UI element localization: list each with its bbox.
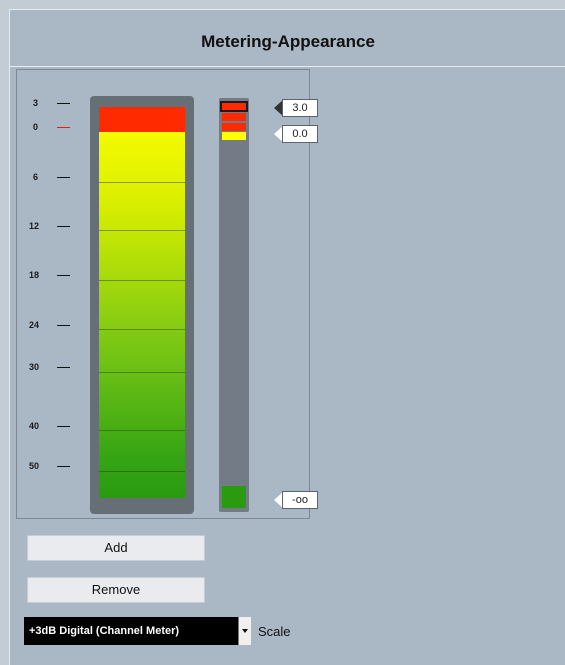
color-block-red-1[interactable] bbox=[222, 113, 246, 121]
header-divider bbox=[10, 66, 565, 67]
meter-bar bbox=[99, 107, 185, 498]
scale-tick-label: 18 bbox=[29, 270, 40, 280]
scale-tick-label: 40 bbox=[29, 421, 40, 431]
scale-tick-label: 24 bbox=[29, 320, 40, 330]
page-title: Metering-Appearance bbox=[201, 32, 375, 51]
meter-preview-box: 3 0 6 12 18 24 30 40 50 3.0 0.0 -oo bbox=[16, 69, 318, 519]
meter-segment-line bbox=[99, 329, 185, 330]
add-button[interactable]: Add bbox=[27, 535, 205, 561]
metering-appearance-panel: Metering-Appearance 3 0 6 12 18 24 30 40 50 3.0 … bbox=[9, 9, 565, 665]
handle-0db[interactable]: 0.0 bbox=[274, 125, 318, 143]
scale-tick-label: 3 bbox=[33, 98, 39, 108]
scale-tick-mark bbox=[57, 325, 70, 326]
color-strip[interactable] bbox=[219, 98, 249, 512]
meter-segment-line bbox=[99, 372, 185, 373]
color-block-red-2[interactable] bbox=[222, 123, 246, 131]
color-block-green[interactable] bbox=[222, 486, 246, 508]
scale-tick-mark bbox=[57, 226, 70, 227]
scale-tick-label: 50 bbox=[29, 461, 40, 471]
chevron-down-icon[interactable] bbox=[238, 617, 251, 645]
handle-value[interactable]: 0.0 bbox=[282, 125, 318, 143]
scale-tick-label: 30 bbox=[29, 362, 40, 372]
scale-tick-mark bbox=[57, 275, 70, 276]
scale-label: Scale bbox=[258, 624, 291, 639]
scale-tick-mark bbox=[57, 103, 70, 104]
handle-3db[interactable]: 3.0 bbox=[274, 99, 318, 117]
color-block-yellow[interactable] bbox=[222, 132, 246, 140]
handle-value[interactable]: -oo bbox=[282, 491, 318, 509]
color-block-clip-selected[interactable] bbox=[220, 101, 248, 112]
meter-clip-zone bbox=[99, 107, 185, 132]
scale-select[interactable]: +3dB Digital (Channel Meter) bbox=[24, 617, 251, 645]
handle-value[interactable]: 3.0 bbox=[282, 99, 318, 117]
meter-segment-line bbox=[99, 230, 185, 231]
scale-tick-mark bbox=[57, 426, 70, 427]
scale-tick-label: 0 bbox=[33, 122, 39, 132]
scale-select-value: +3dB Digital (Channel Meter) bbox=[29, 625, 180, 637]
scale-tick-mark bbox=[57, 177, 70, 178]
handle-minus-inf[interactable]: -oo bbox=[274, 491, 318, 509]
meter-segment-line bbox=[99, 280, 185, 281]
meter-segment-line bbox=[99, 430, 185, 431]
remove-button[interactable]: Remove bbox=[27, 577, 205, 603]
meter-segment-line bbox=[99, 471, 185, 472]
meter-segment-line bbox=[99, 182, 185, 183]
scale-tick-mark bbox=[57, 367, 70, 368]
scale-tick-mark bbox=[57, 466, 70, 467]
scale-tick-mark bbox=[57, 127, 70, 128]
meter-frame bbox=[90, 96, 194, 514]
scale-tick-label: 6 bbox=[33, 172, 39, 182]
scale-tick-label: 12 bbox=[29, 221, 40, 231]
